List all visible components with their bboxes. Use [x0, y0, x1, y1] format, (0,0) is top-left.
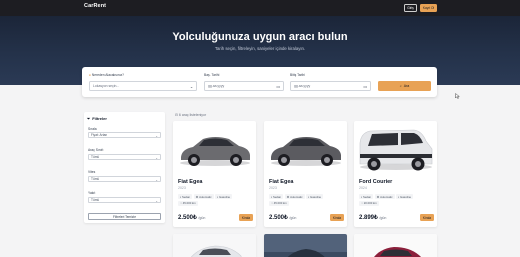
- speedometer-icon: ◔: [180, 201, 182, 205]
- car-name: Ford Courier: [359, 179, 393, 185]
- car-card[interactable]: Fiat Egea 2023 ▪ Sedan ⚙ Automatic ▪ Gasoli…: [173, 121, 256, 227]
- price-row: 2.500₺ /gün: [269, 214, 296, 221]
- speedometer-icon: ◔: [361, 201, 363, 205]
- search-panel: ● Nereden Alacaksınız? Lokasyon seçin...…: [82, 67, 437, 97]
- car-icon: ▪: [361, 194, 362, 199]
- top-navbar: CarRent Giriş Kayıt Ol: [0, 0, 520, 16]
- location-select[interactable]: Lokasyon seçin... ⌄: [89, 81, 197, 91]
- location-label: ● Nereden Alacaksınız?: [89, 73, 124, 77]
- hero-title: Yolculuğunuza uygun aracı bulun: [172, 31, 348, 43]
- hero-subtitle: Tarih seçin, filtreleyin, saniyeler için…: [214, 46, 306, 51]
- car-specs: ▪ Sedan ⚙ Automatic ▪ Gasoline ◔ 45.000 km: [178, 194, 253, 206]
- car-icon: ▪: [271, 194, 272, 199]
- fuel-icon: ▪: [308, 194, 310, 199]
- start-date-label: Baş. Tarihi: [204, 73, 220, 77]
- list-icon: ⊟: [175, 113, 178, 117]
- calendar-icon[interactable]: ▭: [363, 84, 367, 89]
- chevron-down-icon: ⌄: [155, 133, 158, 138]
- rent-button[interactable]: Kirala: [420, 214, 434, 221]
- results-count: ⊟ 6 araç listeleniyor: [175, 113, 207, 117]
- calendar-icon[interactable]: ▭: [276, 84, 280, 89]
- price-row: 2.899₺ /gün: [359, 214, 386, 221]
- gear-icon: ⚙: [195, 194, 199, 199]
- end-date-label: Bitiş Tarihi: [290, 73, 305, 77]
- sort-label: Sırala: [88, 127, 97, 131]
- login-button[interactable]: Giriş: [404, 4, 417, 12]
- car-image: [180, 137, 250, 166]
- spec-tag-mileage: ◔ 45.000 km: [178, 200, 198, 206]
- speedometer-icon: ◔: [271, 201, 273, 205]
- filter-icon: ⏷: [87, 116, 91, 121]
- chevron-down-icon: ⌄: [189, 85, 193, 89]
- car-image: [359, 129, 433, 171]
- vehicle-class-select[interactable]: Tümü ⌄: [88, 154, 161, 160]
- sort-select[interactable]: Fiyat: Artan ⌄: [88, 132, 161, 138]
- car-image: [173, 234, 256, 257]
- per-day-label: /gün: [289, 216, 297, 220]
- chevron-down-icon: ⌄: [155, 177, 158, 182]
- fuel-icon: ▪: [217, 194, 219, 199]
- brand-logo[interactable]: CarRent: [84, 3, 106, 9]
- car-name: Fiat Egea: [178, 179, 203, 185]
- car-specs: ▪ Sedan ⚙ Automatic ▪ Gasoline ◔ 20.000 km: [359, 194, 434, 206]
- gear-icon: ⚙: [376, 194, 380, 199]
- gear-label: Vites: [88, 170, 96, 174]
- chevron-down-icon: ⌄: [155, 198, 158, 203]
- price: 2.500₺: [178, 215, 197, 221]
- spec-tag-body: ▪ Sedan: [178, 194, 193, 199]
- register-button[interactable]: Kayıt Ol: [420, 4, 437, 12]
- car-image: [271, 137, 341, 166]
- filter-sidebar: ⏷ Filtreler Sırala Fiyat: Artan ⌄ Araç S…: [84, 112, 165, 223]
- filter-title: ⏷ Filtreler: [87, 116, 107, 121]
- spec-tag-body: ▪ Sedan: [269, 194, 284, 199]
- spec-tag-gear: ⚙ Automatic: [284, 194, 305, 199]
- gear-select[interactable]: Tümü ⌄: [88, 176, 161, 182]
- start-date-input[interactable]: gg.aa.yyyy ▭: [204, 81, 284, 91]
- rent-button[interactable]: Kirala: [330, 214, 344, 221]
- car-image: [264, 234, 347, 257]
- chevron-down-icon: ⌄: [155, 155, 158, 160]
- per-day-label: /gün: [379, 216, 387, 220]
- car-card[interactable]: [264, 234, 347, 257]
- search-icon: ⌕: [399, 84, 402, 88]
- car-year: 2023: [269, 186, 277, 190]
- per-day-label: /gün: [198, 216, 206, 220]
- fuel-label: Yakıt: [88, 191, 96, 195]
- clear-filters-button[interactable]: Filtreleri Temizle: [88, 213, 161, 220]
- mouse-cursor-icon: [455, 93, 460, 99]
- spec-tag-gear: ⚙ Automatic: [374, 194, 395, 199]
- car-card[interactable]: Ford Courier 2024 ▪ Sedan ⚙ Automatic ▪ Gas…: [354, 121, 437, 227]
- spec-tag-body: ▪ Sedan: [359, 194, 374, 199]
- end-date-input[interactable]: gg.aa.yyyy ▭: [290, 81, 371, 91]
- spec-tag-gear: ⚙ Automatic: [193, 194, 214, 199]
- car-card[interactable]: [173, 234, 256, 257]
- car-card[interactable]: [354, 234, 437, 257]
- spec-tag-fuel: ▪ Gasoline: [215, 194, 233, 199]
- spec-tag-fuel: ▪ Gasoline: [396, 194, 414, 199]
- location-pin-icon: ●: [89, 73, 91, 77]
- car-name: Fiat Egea: [269, 179, 294, 185]
- car-year: 2023: [178, 186, 186, 190]
- car-specs: ▪ Sedan ⚙ Automatic ▪ Gasoline ◔ 45.000 km: [269, 194, 344, 206]
- price-row: 2.500₺ /gün: [178, 214, 205, 221]
- search-button[interactable]: ⌕ Ara: [378, 81, 431, 91]
- car-year: 2024: [359, 186, 367, 190]
- vehicle-class-label: Araç Sınıfı: [88, 148, 104, 152]
- fuel-select[interactable]: Tümü ⌄: [88, 197, 161, 203]
- spec-tag-mileage: ◔ 45.000 km: [269, 200, 289, 206]
- spec-tag-fuel: ▪ Gasoline: [306, 194, 324, 199]
- price: 2.500₺: [269, 215, 288, 221]
- spec-tag-mileage: ◔ 20.000 km: [359, 200, 379, 206]
- fuel-icon: ▪: [398, 194, 400, 199]
- price: 2.899₺: [359, 215, 378, 221]
- car-icon: ▪: [180, 194, 181, 199]
- car-card[interactable]: Fiat Egea 2023 ▪ Sedan ⚙ Automatic ▪ Gasoli…: [264, 121, 347, 227]
- car-image: [354, 234, 437, 257]
- rent-button[interactable]: Kirala: [239, 214, 253, 221]
- gear-icon: ⚙: [286, 194, 290, 199]
